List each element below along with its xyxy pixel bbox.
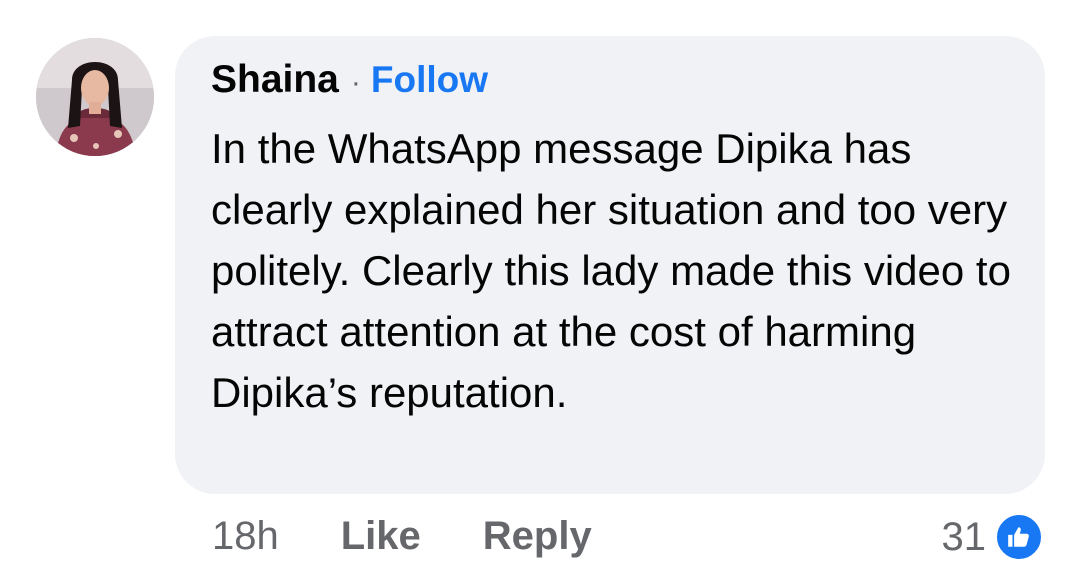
follow-button[interactable]: Follow: [371, 59, 488, 101]
author-name[interactable]: Shaina: [211, 58, 339, 102]
comment-header: Shaina · Follow: [211, 58, 488, 102]
profile-photo: [36, 38, 154, 156]
reaction-summary[interactable]: 31: [941, 512, 1044, 562]
thumbs-up-icon: [994, 512, 1044, 562]
comment-bubble: Shaina · Follow In the WhatsApp message …: [175, 36, 1045, 494]
reply-button[interactable]: Reply: [483, 514, 592, 559]
like-button[interactable]: Like: [341, 514, 421, 559]
reaction-count: 31: [941, 514, 987, 559]
comment-actions: 18h Like Reply: [212, 514, 592, 559]
comment-text: In the WhatsApp message Dipika has clear…: [211, 125, 1011, 416]
timestamp[interactable]: 18h: [212, 514, 279, 559]
separator-dot: ·: [350, 66, 361, 99]
avatar[interactable]: [36, 38, 154, 156]
comment: Shaina · Follow In the WhatsApp message …: [0, 0, 1080, 585]
